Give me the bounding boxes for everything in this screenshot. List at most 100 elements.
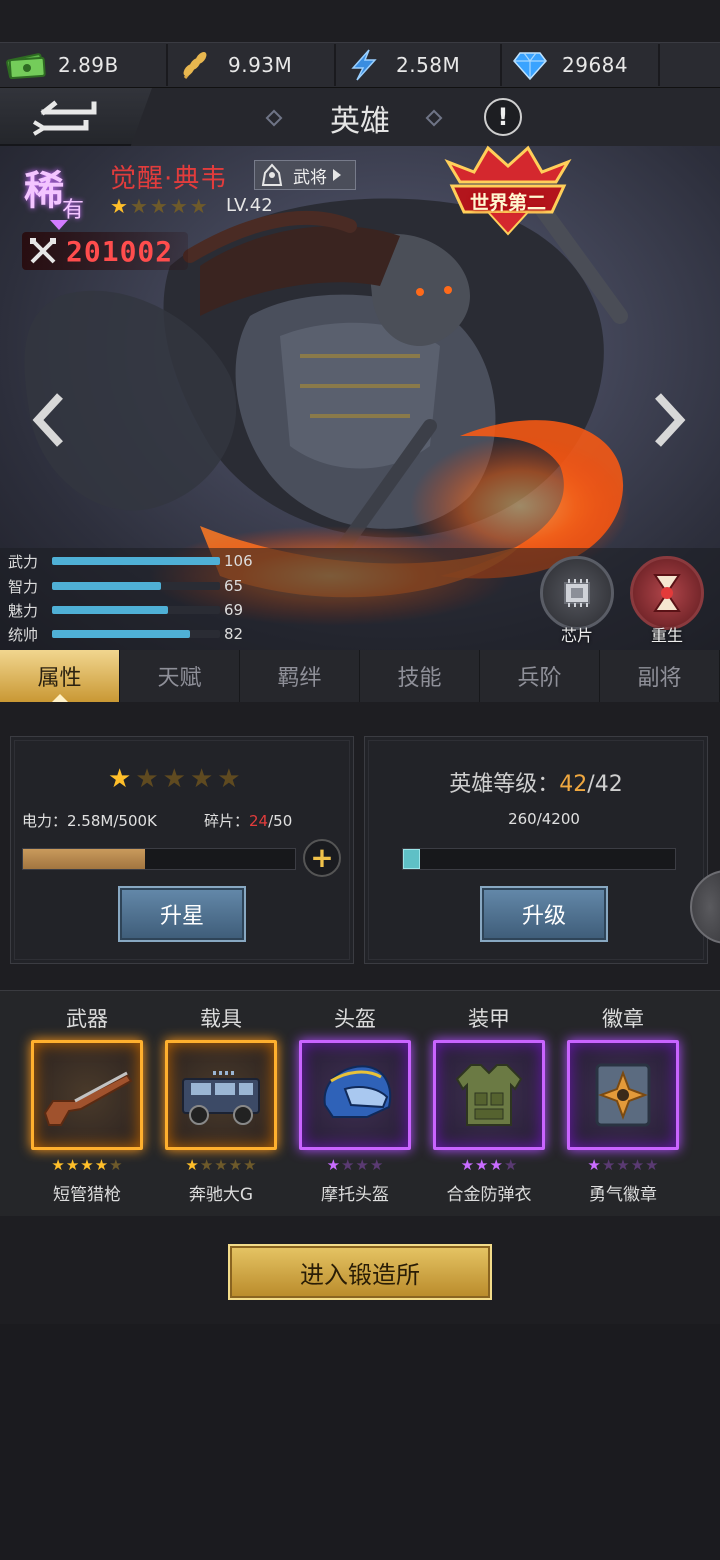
hero-level-line: 英雄等级：42/42	[364, 766, 708, 798]
chip-label: 芯片	[560, 626, 593, 645]
star-filled-icon: ★	[110, 194, 128, 218]
equip-stars: ★ ★ ★ ★ ★	[587, 1156, 659, 1174]
shard-total: /50	[268, 812, 293, 830]
shard-current: 24	[249, 812, 269, 830]
equip-stars: ★ ★ ★ ★ ★	[185, 1156, 257, 1174]
shard-count: 碎片：24/50	[204, 810, 292, 831]
class-tag[interactable]: 武将	[254, 160, 356, 190]
bottom-background	[0, 1324, 720, 1560]
class-label: 武将	[293, 167, 327, 188]
equip-slot-badge[interactable]	[567, 1040, 679, 1150]
hero-level: LV.42	[226, 195, 273, 216]
wheat-icon	[176, 47, 216, 83]
divider	[500, 44, 502, 86]
divider	[658, 44, 660, 86]
world-rank-label: 世界第二	[469, 192, 546, 214]
crossed-swords-icon	[30, 238, 56, 264]
stat-label: 智力	[8, 577, 39, 596]
experience-progress-bar	[402, 848, 676, 870]
diamond-value: 29684	[562, 53, 629, 77]
divider	[166, 44, 168, 86]
combat-power-value: 201002	[66, 234, 174, 268]
rebirth-label: 重生	[650, 626, 683, 645]
stat-bar	[52, 606, 220, 614]
tab-troop-rank[interactable]: 兵阶	[480, 650, 600, 702]
equip-slot-label: 徽章	[602, 1007, 644, 1031]
chip-icon	[564, 579, 590, 607]
equip-slot-armor[interactable]	[433, 1040, 545, 1150]
add-shard-button[interactable]: +	[303, 839, 341, 877]
hourglass-icon	[653, 574, 681, 612]
stat-bar-fill	[52, 582, 162, 590]
info-button[interactable]: !	[484, 98, 522, 136]
equip-name: 合金防弹衣	[446, 1185, 532, 1205]
hero-level-current: 42	[559, 772, 588, 797]
chevron-right-icon[interactable]	[648, 390, 688, 450]
back-arrow-icon	[32, 100, 97, 136]
chip-button[interactable]	[540, 556, 614, 630]
stat-bar	[52, 557, 220, 565]
hero-name: 觉醒·典韦	[110, 164, 228, 194]
star-empty-icon: ★	[189, 194, 208, 218]
star-rating: ★ ★ ★ ★ ★	[108, 764, 241, 794]
combat-power: 201002	[22, 232, 188, 270]
experience-value: 260/4200	[508, 810, 580, 828]
stat-label: 魅力	[8, 601, 39, 620]
shard-progress-bar	[22, 848, 296, 870]
food-value: 9.93M	[228, 53, 293, 77]
star-empty-icon: ★	[135, 764, 159, 794]
star-empty-icon: ★	[129, 194, 148, 218]
chevron-left-icon[interactable]	[30, 390, 70, 450]
equip-slot-label: 头盔	[334, 1007, 376, 1031]
hero-level-max: /42	[587, 772, 623, 797]
diamond-icon	[510, 47, 550, 83]
stat-bar	[52, 630, 220, 638]
tab-indicator-icon	[52, 694, 68, 702]
stat-bar-fill	[52, 557, 220, 565]
tab-talent[interactable]: 天赋	[120, 650, 240, 702]
stat-row-force: 武力 106	[8, 549, 253, 573]
star-up-button[interactable]: 升星	[118, 886, 246, 942]
resource-energy[interactable]: 2.58M	[344, 42, 460, 88]
star-empty-icon: ★	[169, 194, 188, 218]
cash-value: 2.89B	[58, 53, 119, 77]
equip-slot-vehicle[interactable]	[165, 1040, 277, 1150]
resource-cash[interactable]: 2.89B	[6, 42, 119, 88]
level-up-button[interactable]: 升级	[480, 886, 608, 942]
stat-value: 106	[224, 552, 253, 570]
equip-slot-weapon[interactable]	[31, 1040, 143, 1150]
stat-row-command: 统帅 82	[8, 622, 243, 646]
chevron-right-icon	[333, 169, 341, 181]
equip-slot-label: 装甲	[468, 1007, 510, 1031]
rebirth-button[interactable]	[630, 556, 704, 630]
stat-value: 69	[224, 601, 244, 619]
tab-deputy[interactable]: 副将	[600, 650, 720, 702]
resource-diamond[interactable]: 29684	[510, 42, 628, 88]
stat-label: 武力	[8, 552, 39, 571]
tab-skills[interactable]: 技能	[360, 650, 480, 702]
star-empty-icon: ★	[149, 194, 168, 218]
power-requirement: 电力：2.58M/500K	[22, 812, 157, 830]
tab-bond[interactable]: 羁绊	[240, 650, 360, 702]
equip-name: 勇气徽章	[589, 1185, 657, 1205]
equip-slot-helmet[interactable]	[299, 1040, 411, 1150]
star-empty-icon: ★	[217, 764, 241, 794]
equip-stars: ★ ★ ★ ★	[326, 1156, 384, 1174]
rarity-pointer-icon	[50, 220, 68, 230]
lightning-icon	[344, 47, 384, 83]
shotgun-icon	[43, 1071, 133, 1126]
star-empty-icon: ★	[162, 764, 186, 794]
back-button[interactable]	[0, 88, 152, 146]
equip-name: 奔驰大G	[188, 1185, 254, 1205]
resource-food[interactable]: 9.93M	[176, 42, 292, 88]
equip-name: 摩托头盔	[321, 1185, 389, 1205]
equip-stars: ★ ★ ★ ★ ★	[51, 1156, 123, 1174]
stat-row-intelligence: 智力 65	[8, 574, 243, 598]
enter-forge-button[interactable]: 进入锻造所	[228, 1244, 492, 1300]
shard-label: 碎片：	[204, 812, 250, 830]
stat-label: 统帅	[8, 625, 39, 644]
motorcycle-helmet-icon	[323, 1065, 392, 1118]
bulletproof-vest-icon	[455, 1064, 523, 1126]
equip-slot-label: 载具	[200, 1007, 242, 1031]
tab-bar: 属性 天赋 羁绊 技能 兵阶 副将	[0, 650, 720, 702]
